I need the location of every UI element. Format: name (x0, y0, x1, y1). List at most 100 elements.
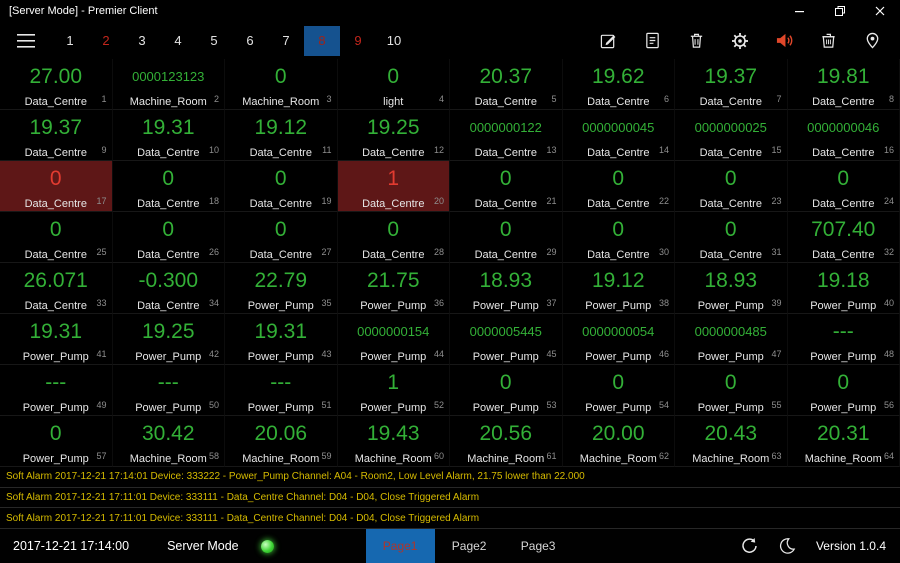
delete-button[interactable] (686, 31, 706, 51)
grid-cell-14[interactable]: 0000000045 Data_Centre 14 (562, 110, 675, 161)
grid-cell-1[interactable]: 27.00 Data_Centre 1 (0, 59, 113, 110)
grid-cell-21[interactable]: 0 Data_Centre 21 (450, 161, 563, 212)
page-button-6[interactable]: 6 (232, 26, 268, 56)
grid-cell-11[interactable]: 19.12 Data_Centre 11 (225, 110, 338, 161)
grid-cell-26[interactable]: 0 Data_Centre 26 (112, 212, 225, 263)
grid-cell-37[interactable]: 18.93 Power_Pump 37 (450, 263, 563, 314)
page-button-10[interactable]: 10 (376, 26, 412, 56)
grid-cell-31[interactable]: 0 Data_Centre 31 (675, 212, 788, 263)
grid-cell-61[interactable]: 20.56 Machine_Room 61 (450, 416, 563, 467)
grid-cell-5[interactable]: 20.37 Data_Centre 5 (450, 59, 563, 110)
grid-cell-23[interactable]: 0 Data_Centre 23 (675, 161, 788, 212)
page-button-7[interactable]: 7 (268, 26, 304, 56)
grid-cell-39[interactable]: 18.93 Power_Pump 39 (675, 263, 788, 314)
clear-alarms-button[interactable] (818, 31, 838, 51)
grid-cell-60[interactable]: 19.43 Machine_Room 60 (337, 416, 450, 467)
grid-cell-18[interactable]: 0 Data_Centre 18 (112, 161, 225, 212)
grid-cell-30[interactable]: 0 Data_Centre 30 (562, 212, 675, 263)
grid-cell-41[interactable]: 19.31 Power_Pump 41 (0, 314, 113, 365)
page-button-4[interactable]: 4 (160, 26, 196, 56)
sync-button[interactable] (740, 537, 758, 555)
close-button[interactable] (860, 0, 900, 22)
grid-cell-54[interactable]: 0 Power_Pump 54 (562, 365, 675, 416)
page-button-3[interactable]: 3 (124, 26, 160, 56)
cell-label-row: Power_Pump 55 (675, 398, 787, 415)
cell-index: 7 (776, 94, 782, 104)
page-button-1[interactable]: 1 (52, 26, 88, 56)
grid-cell-35[interactable]: 22.79 Power_Pump 35 (225, 263, 338, 314)
grid-cell-17[interactable]: 0 Data_Centre 17 (0, 161, 113, 212)
grid-cell-50[interactable]: --- Power_Pump 50 (112, 365, 225, 416)
grid-cell-47[interactable]: 0000000485 Power_Pump 47 (675, 314, 788, 365)
location-button[interactable] (862, 31, 882, 51)
settings-button[interactable] (730, 31, 750, 51)
grid-cell-63[interactable]: 20.43 Machine_Room 63 (675, 416, 788, 467)
grid-cell-52[interactable]: 1 Power_Pump 52 (337, 365, 450, 416)
cell-value: 707.40 (811, 217, 876, 241)
tab-page1[interactable]: Page1 (365, 529, 435, 563)
grid-cell-27[interactable]: 0 Data_Centre 27 (225, 212, 338, 263)
grid-cell-57[interactable]: 0 Power_Pump 57 (0, 416, 113, 467)
grid-cell-6[interactable]: 19.62 Data_Centre 6 (562, 59, 675, 110)
alarm-sound-button[interactable] (774, 31, 794, 51)
grid-cell-38[interactable]: 19.12 Power_Pump 38 (562, 263, 675, 314)
cell-label-row: Data_Centre 7 (675, 92, 787, 109)
grid-cell-20[interactable]: 1 Data_Centre 20 (337, 161, 450, 212)
alarm-message-3[interactable]: Soft Alarm 2017-12-21 17:11:01 Device: 3… (0, 508, 900, 530)
grid-cell-44[interactable]: 0000000154 Power_Pump 44 (337, 314, 450, 365)
grid-cell-53[interactable]: 0 Power_Pump 53 (450, 365, 563, 416)
grid-cell-13[interactable]: 0000000122 Data_Centre 13 (450, 110, 563, 161)
restore-button[interactable] (820, 0, 860, 22)
minimize-button[interactable] (780, 0, 820, 22)
grid-cell-56[interactable]: 0 Power_Pump 56 (787, 365, 900, 416)
report-button[interactable] (642, 31, 662, 51)
grid-cell-46[interactable]: 0000000054 Power_Pump 46 (562, 314, 675, 365)
grid-cell-55[interactable]: 0 Power_Pump 55 (675, 365, 788, 416)
cell-value: 0 (274, 217, 287, 241)
grid-cell-15[interactable]: 0000000025 Data_Centre 15 (675, 110, 788, 161)
grid-cell-62[interactable]: 20.00 Machine_Room 62 (562, 416, 675, 467)
alarm-message-1[interactable]: Soft Alarm 2017-12-21 17:14:01 Device: 3… (0, 467, 900, 488)
night-mode-button[interactable] (778, 537, 796, 555)
grid-cell-43[interactable]: 19.31 Power_Pump 43 (225, 314, 338, 365)
grid-cell-64[interactable]: 20.31 Machine_Room 64 (787, 416, 900, 467)
tab-page3[interactable]: Page3 (504, 529, 573, 563)
grid-cell-3[interactable]: 0 Machine_Room 3 (225, 59, 338, 110)
grid-cell-16[interactable]: 0000000046 Data_Centre 16 (787, 110, 900, 161)
page-button-8[interactable]: 8 (304, 25, 340, 56)
grid-cell-9[interactable]: 19.37 Data_Centre 9 (0, 110, 113, 161)
grid-cell-59[interactable]: 20.06 Machine_Room 59 (225, 416, 338, 467)
grid-cell-22[interactable]: 0 Data_Centre 22 (562, 161, 675, 212)
grid-cell-32[interactable]: 707.40 Data_Centre 32 (787, 212, 900, 263)
grid-cell-51[interactable]: --- Power_Pump 51 (225, 365, 338, 416)
status-bar: 2017-12-21 17:14:00 Server Mode Page1 Pag… (0, 529, 900, 563)
grid-cell-29[interactable]: 0 Data_Centre 29 (450, 212, 563, 263)
menu-button[interactable] (13, 30, 39, 52)
page-button-2[interactable]: 2 (88, 26, 124, 56)
grid-cell-42[interactable]: 19.25 Power_Pump 42 (112, 314, 225, 365)
cell-label: Power_Pump (22, 453, 89, 465)
grid-cell-40[interactable]: 19.18 Power_Pump 40 (787, 263, 900, 314)
grid-cell-45[interactable]: 0000005445 Power_Pump 45 (450, 314, 563, 365)
grid-cell-58[interactable]: 30.42 Machine_Room 58 (112, 416, 225, 467)
page-button-5[interactable]: 5 (196, 26, 232, 56)
grid-cell-7[interactable]: 19.37 Data_Centre 7 (675, 59, 788, 110)
grid-cell-34[interactable]: -0.300 Data_Centre 34 (112, 263, 225, 314)
grid-cell-49[interactable]: --- Power_Pump 49 (0, 365, 113, 416)
grid-cell-24[interactable]: 0 Data_Centre 24 (787, 161, 900, 212)
grid-cell-8[interactable]: 19.81 Data_Centre 8 (787, 59, 900, 110)
grid-cell-19[interactable]: 0 Data_Centre 19 (225, 161, 338, 212)
alarm-message-2[interactable]: Soft Alarm 2017-12-21 17:11:01 Device: 3… (0, 488, 900, 509)
grid-cell-2[interactable]: 0000123123 Machine_Room 2 (112, 59, 225, 110)
grid-cell-12[interactable]: 19.25 Data_Centre 12 (337, 110, 450, 161)
grid-cell-28[interactable]: 0 Data_Centre 28 (337, 212, 450, 263)
page-button-9[interactable]: 9 (340, 26, 376, 56)
grid-cell-48[interactable]: --- Power_Pump 48 (787, 314, 900, 365)
grid-cell-10[interactable]: 19.31 Data_Centre 10 (112, 110, 225, 161)
grid-cell-25[interactable]: 0 Data_Centre 25 (0, 212, 113, 263)
edit-button[interactable] (598, 31, 618, 51)
grid-cell-33[interactable]: 26.071 Data_Centre 33 (0, 263, 113, 314)
grid-cell-36[interactable]: 21.75 Power_Pump 36 (337, 263, 450, 314)
grid-cell-4[interactable]: 0 light 4 (337, 59, 450, 110)
tab-page2[interactable]: Page2 (435, 529, 504, 563)
